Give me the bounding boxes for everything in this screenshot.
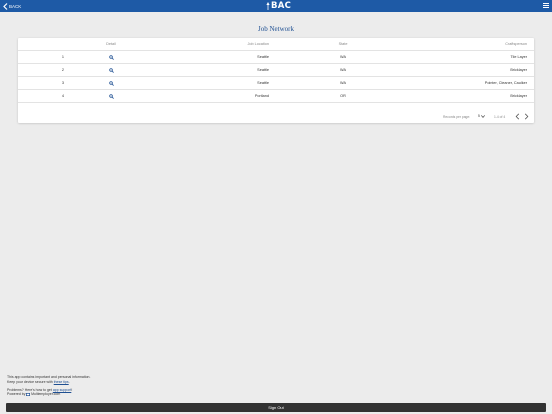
job-location: Seattle xyxy=(257,68,269,72)
table-pagination: Records per page: 5 1-4 of 4 xyxy=(18,111,534,123)
job-location: Portland xyxy=(254,94,269,98)
hamburger-icon xyxy=(543,3,549,4)
row-number: 3 xyxy=(61,81,64,85)
row-number: 4 xyxy=(61,94,64,98)
table-header-row: Detail Job Location State Craftsperson xyxy=(18,38,534,51)
zoom-in-icon xyxy=(108,55,114,60)
previous-page-button[interactable] xyxy=(515,113,520,120)
caret-down-icon xyxy=(481,114,486,118)
back-button-label: BACK xyxy=(9,3,22,9)
next-page-button[interactable] xyxy=(524,113,529,120)
bac-logo: BAC xyxy=(266,1,291,11)
table-row: 1 Seattle WA Tile Layer xyxy=(18,51,534,64)
rows-per-page-value: 5 xyxy=(478,114,480,118)
detail-button[interactable] xyxy=(108,90,114,103)
menu-button[interactable] xyxy=(543,3,549,9)
craftsperson: Bricklayer xyxy=(510,68,527,72)
sign-out-button[interactable]: Sign Out xyxy=(6,403,546,412)
column-header-detail[interactable]: Detail xyxy=(100,38,122,51)
rows-per-page-select[interactable]: 5 xyxy=(478,114,486,118)
back-button[interactable]: BACK xyxy=(3,1,21,11)
zoom-in-icon xyxy=(108,68,114,73)
app-support-link[interactable]: app support xyxy=(53,388,72,392)
column-header-job-location[interactable]: Job Location xyxy=(247,38,269,51)
table-row: 4 Portland OR Bricklayer xyxy=(18,90,534,103)
zoom-in-icon xyxy=(108,94,114,99)
footer-notice: This app contains important and personal… xyxy=(7,375,90,397)
job-location: Seattle xyxy=(257,81,269,85)
multiemployer-logo-icon xyxy=(26,393,31,397)
column-header-craftsperson[interactable]: Craftsperson xyxy=(505,38,527,51)
table-row: 3 Seattle WA Pointer, Cleaner, Caulker xyxy=(18,77,534,90)
logo-text: BAC xyxy=(271,1,292,11)
craftsperson: Bricklayer xyxy=(510,94,527,98)
detail-button[interactable] xyxy=(108,77,114,90)
column-header-state[interactable]: State xyxy=(336,38,350,51)
powered-by: Powered by Multiemployer.com xyxy=(7,392,61,397)
chevron-left-icon xyxy=(3,2,8,10)
row-number: 2 xyxy=(61,68,64,72)
row-number: 1 xyxy=(61,55,64,59)
zoom-in-icon xyxy=(108,81,114,86)
craftsperson: Pointer, Cleaner, Caulker xyxy=(484,81,527,85)
top-app-bar: BACK BAC xyxy=(0,0,552,12)
state: OR xyxy=(340,94,346,98)
detail-button[interactable] xyxy=(108,51,114,64)
rows-per-page-label: Records per page: xyxy=(443,115,471,119)
table-row: 2 Seattle WA Bricklayer xyxy=(18,64,534,77)
job-location: Seattle xyxy=(257,55,269,59)
craftsperson: Tile Layer xyxy=(510,55,527,59)
state: WA xyxy=(340,55,346,59)
detail-button[interactable] xyxy=(108,64,114,77)
page-title: Job Network xyxy=(258,25,294,33)
job-network-table: Detail Job Location State Craftsperson 1… xyxy=(18,38,534,123)
trowel-icon xyxy=(266,2,270,10)
security-tips-link[interactable]: these tips xyxy=(54,380,69,384)
pagination-range: 1-4 of 4 xyxy=(494,115,506,119)
state: WA xyxy=(340,68,346,72)
state: WA xyxy=(340,81,346,85)
